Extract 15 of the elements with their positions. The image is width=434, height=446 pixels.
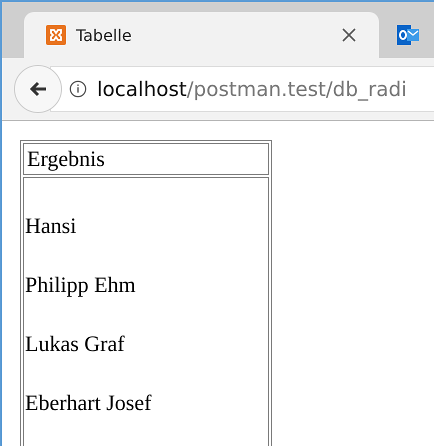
back-button[interactable] xyxy=(14,65,62,113)
back-arrow-icon xyxy=(28,79,48,99)
mail-app-icon[interactable] xyxy=(397,25,419,45)
tab-title: Tabelle xyxy=(76,26,133,44)
result-name: Philipp Ehm xyxy=(25,271,137,299)
result-name: Lukas Graf xyxy=(25,330,126,358)
table-header: Ergebnis xyxy=(23,143,269,175)
result-name: Eberhart Josef xyxy=(25,389,152,417)
url-text: localhost/postman.test/db_radi xyxy=(97,77,407,101)
address-bar[interactable]: localhost/postman.test/db_radi xyxy=(50,66,434,112)
app-logo-icon xyxy=(46,25,66,45)
info-icon[interactable] xyxy=(69,80,87,98)
close-icon[interactable] xyxy=(341,27,357,43)
browser-tab[interactable]: Tabelle xyxy=(24,12,379,58)
result-name: Hansi xyxy=(25,212,78,240)
